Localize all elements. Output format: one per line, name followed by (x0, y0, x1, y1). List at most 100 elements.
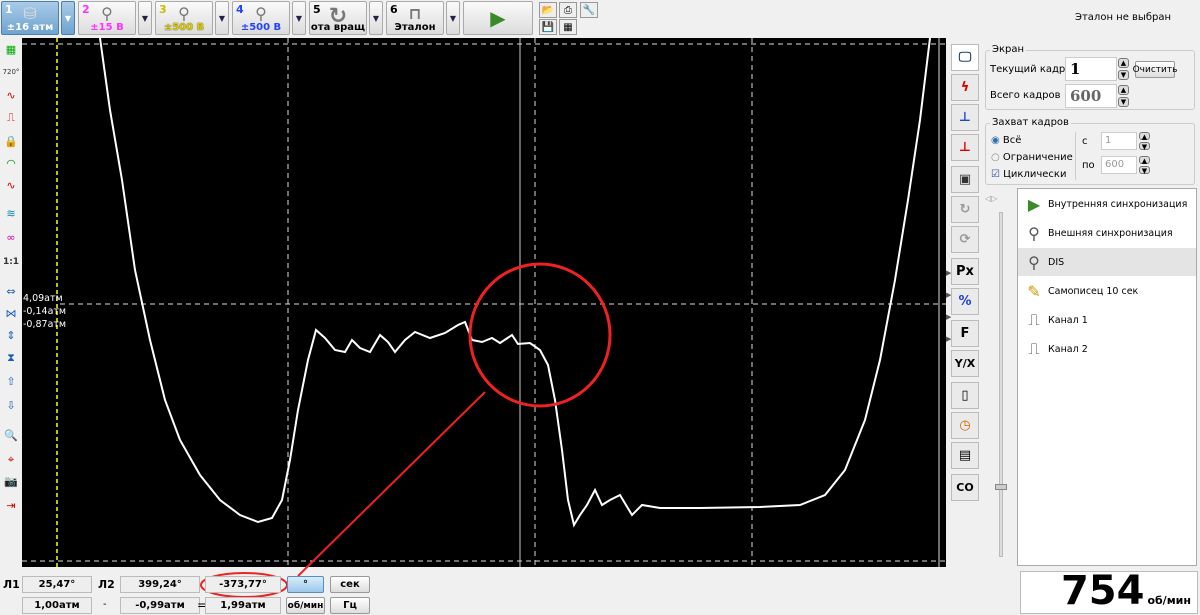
move-down-icon[interactable]: ⇩ (1, 396, 21, 415)
oscilloscope-plot[interactable]: 4,09атм -0,14атм -0,87атм (22, 38, 946, 567)
co-tab[interactable]: CO (951, 474, 979, 501)
from-input[interactable]: 1 (1101, 132, 1137, 150)
clear-button[interactable]: Очистить (1133, 61, 1177, 78)
camera-icon[interactable]: 📷 (1, 472, 21, 491)
unit-hz-button[interactable]: Гц (330, 597, 370, 614)
sine-icon[interactable]: ∿ (1, 176, 21, 195)
gauge-icon[interactable]: ◠ (1, 154, 21, 173)
sync-tab-icon[interactable]: ϟ (951, 74, 979, 101)
to-label: по (1082, 160, 1095, 171)
range-720-button[interactable]: 720° (1, 62, 21, 81)
caliper-icon: ⊓ (408, 4, 422, 23)
to-spinner[interactable]: ▲ ▼ (1139, 156, 1150, 175)
v2-value: -0,99атм (120, 597, 200, 614)
unit-rpm-button[interactable]: об/мин (286, 597, 325, 614)
annotation-circle (468, 262, 612, 408)
channel-2-dropdown[interactable]: ▼ (138, 1, 152, 35)
overlay-icon[interactable]: ∞ (1, 228, 21, 247)
grid-icon[interactable]: ▦ (1, 40, 21, 59)
vertical-slider[interactable] (999, 212, 1003, 557)
capture-limit-radio[interactable]: ○ Ограничение (991, 152, 1073, 163)
shrink-vertical-icon[interactable]: ⧗ (1, 348, 21, 367)
channel-2-button[interactable]: 2 ⚲ ±15 В (78, 1, 136, 35)
print-icon[interactable]: ⎙ (559, 2, 577, 18)
memory-icon[interactable]: ▣ (951, 166, 979, 193)
channel-1-dropdown[interactable]: ▼ (61, 1, 75, 35)
unit-degrees-button[interactable]: ° (287, 576, 324, 593)
device-icon[interactable]: ▤ (951, 442, 979, 469)
percent-icon[interactable]: % (951, 288, 979, 315)
delta-value: 1,99атм (205, 597, 281, 614)
save-icon[interactable]: 💾 (539, 19, 557, 35)
pen-icon: ✎ (1027, 281, 1041, 301)
pulse-icon[interactable]: ⎍ (1, 108, 21, 127)
slider-arrows[interactable]: ◁▷ (985, 194, 997, 203)
settings-wrench-icon[interactable]: 🔧 (580, 2, 598, 18)
play-button[interactable]: ▶ (463, 1, 533, 35)
exit-icon[interactable]: ⇥ (1, 496, 21, 515)
current-frame-spinner[interactable]: ▲ ▼ (1118, 58, 1129, 80)
cursor-value-labels: 4,09атм -0,14атм -0,87атм (23, 293, 67, 330)
expand-horizontal-icon[interactable]: ⇔ (1, 282, 21, 301)
divider (1075, 132, 1076, 180)
sync-item-recorder[interactable]: ✎ Самописец 10 сек (1020, 277, 1192, 305)
open-folder-icon[interactable]: 📂 (539, 2, 557, 18)
clock-icon[interactable]: ◷ (951, 412, 979, 439)
rpm-value: 754 (1060, 568, 1145, 614)
trigger-blue-icon[interactable]: ⊥ (951, 104, 979, 131)
to-input[interactable]: 600 (1101, 156, 1137, 174)
move-up-icon[interactable]: ⇧ (1, 372, 21, 391)
rpm-unit: об/мин (1147, 594, 1191, 607)
total-frames-spinner[interactable]: ▲ ▼ (1118, 85, 1129, 107)
unit-seconds-button[interactable]: сек (330, 576, 370, 593)
channel-3-dropdown[interactable]: ▼ (215, 1, 229, 35)
rotate-icon[interactable]: ↻ (951, 196, 979, 223)
channel-5-dropdown[interactable]: ▼ (369, 1, 383, 35)
expand-vertical-icon[interactable]: ⇕ (1, 326, 21, 345)
scale-1-1-button[interactable]: 1:1 (1, 252, 21, 271)
l1-value: 25,47° (22, 576, 92, 593)
trigger-red-icon[interactable]: ⊥ (951, 134, 979, 161)
capture-group-title: Захват кадров (990, 117, 1071, 128)
rotation-icon: ↻ (328, 4, 348, 29)
channel-4-button[interactable]: 4 ⚲ ±500 В (232, 1, 290, 35)
screen-tab-icon[interactable]: 🖵 (951, 44, 979, 71)
multi-wave-icon[interactable]: ≋ (1, 204, 21, 223)
channel-6-button[interactable]: 6 ⊓ Эталон (386, 1, 444, 35)
sync-item-external[interactable]: ⚲ Внешняя синхронизация (1020, 219, 1192, 247)
export-table-icon[interactable]: ▦ (559, 19, 577, 35)
sync-item-dis[interactable]: ⚲ DIS (1018, 248, 1196, 276)
capture-all-radio[interactable]: ◉ Всё (991, 135, 1021, 146)
sync-item-channel-2[interactable]: ⎍ Канал 2 (1020, 335, 1192, 363)
battery-icon[interactable]: ▯ (951, 382, 979, 409)
sync-item-internal[interactable]: ▶ Внутренняя синхронизация (1020, 190, 1192, 218)
xy-tab[interactable]: Y/X (951, 350, 979, 377)
wave-red-icon[interactable]: ∿ (1, 86, 21, 105)
slider-thumb[interactable] (995, 484, 1007, 490)
l1-label: Л1 (3, 578, 20, 591)
delta-angle-value: -373,77° (205, 576, 281, 593)
zoom-icon[interactable]: 🔍 (1, 426, 21, 445)
sync-item-channel-1[interactable]: ⎍ Канал 1 (1020, 306, 1192, 334)
total-frames-input[interactable]: 600 (1065, 84, 1117, 108)
channel-6-dropdown[interactable]: ▼ (446, 1, 460, 35)
channel-5-button[interactable]: 5 ↻ ота вращ (309, 1, 367, 35)
pixel-tab[interactable]: Px (951, 258, 979, 285)
current-frame-input[interactable]: 1 (1065, 57, 1117, 81)
probe-icon: ⚲ (101, 4, 113, 23)
channel-3-button[interactable]: 3 ⚲ ±500 В (155, 1, 213, 35)
probe-icon: ⚲ (1028, 223, 1040, 243)
screen-group-title: Экран (990, 44, 1027, 55)
pressure-sensor-icon: ⛁ (23, 4, 37, 23)
shrink-horizontal-icon[interactable]: ⋈ (1, 304, 21, 323)
l2-value: 399,24° (120, 576, 200, 593)
cyclic-checkbox[interactable]: ☑ Циклически (991, 169, 1066, 180)
cursor-icon[interactable]: ⌖ (1, 450, 21, 469)
channel-1-button[interactable]: 1 ⛁ ±16 атм (1, 1, 59, 35)
channel-4-dropdown[interactable]: ▼ (292, 1, 306, 35)
probe-icon: ⚲ (1028, 252, 1040, 272)
frequency-tab[interactable]: F (951, 320, 979, 347)
rotate-gear-icon[interactable]: ⟳ (951, 226, 979, 253)
lock-icon[interactable]: 🔒 (1, 132, 21, 151)
from-spinner[interactable]: ▲ ▼ (1139, 132, 1150, 151)
